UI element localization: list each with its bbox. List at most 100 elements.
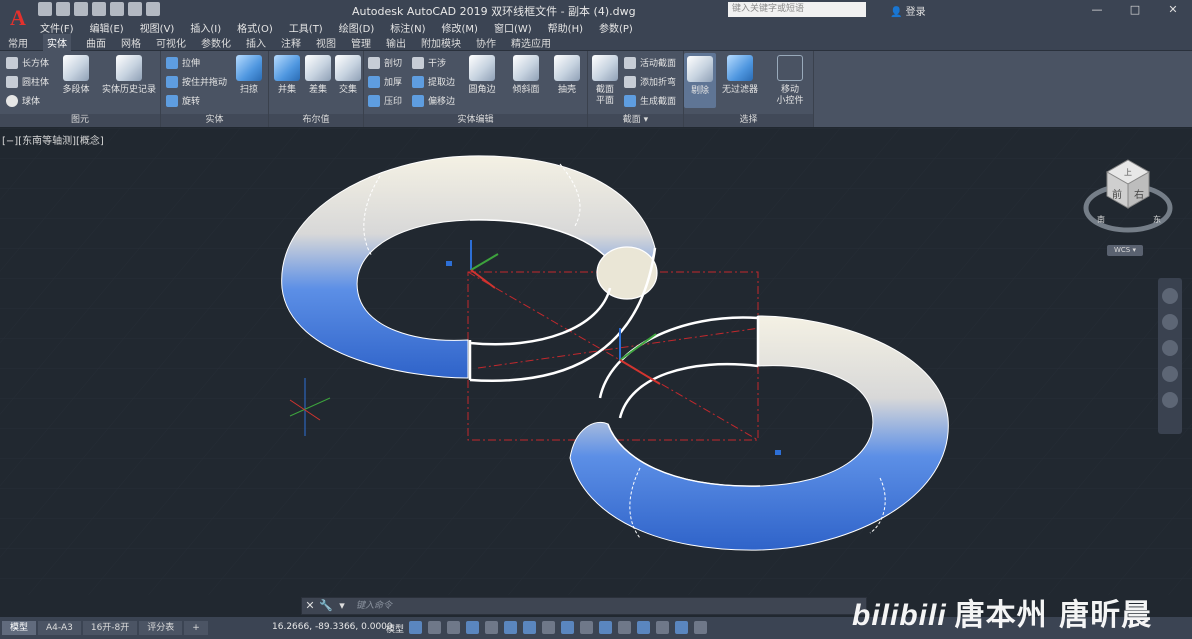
viewport-controls-label[interactable]: [−][东南等轴测][概念]	[2, 132, 104, 147]
presspull-button[interactable]: 按住并拖动	[166, 75, 227, 88]
revolve-button[interactable]: 旋转	[166, 94, 200, 107]
layout-tab-16k-8k[interactable]: 16开-8开	[82, 621, 138, 635]
isodraft-icon[interactable]	[485, 621, 498, 634]
tab-featured-apps[interactable]: 精选应用	[511, 35, 551, 50]
tab-manage[interactable]: 管理	[351, 35, 371, 50]
union-button[interactable]: 并集	[271, 55, 303, 96]
orbit-icon[interactable]	[1162, 366, 1178, 382]
polysolid-button[interactable]: 多段体	[56, 55, 96, 96]
culling-button[interactable]: 剔除	[684, 53, 716, 108]
menu-view[interactable]: 视图(V)	[140, 20, 175, 35]
box-button[interactable]: 长方体	[6, 56, 49, 69]
tab-output[interactable]: 输出	[386, 35, 406, 50]
save-icon[interactable]	[74, 2, 88, 16]
subtract-button[interactable]: 差集	[302, 55, 334, 96]
close-button[interactable]: ✕	[1154, 0, 1192, 19]
coordinates-readout[interactable]: 16.2666, -89.3366, 0.0000	[272, 622, 393, 632]
object-snap-tracking-icon[interactable]	[504, 621, 517, 634]
snap-icon[interactable]	[428, 621, 441, 634]
menu-edit[interactable]: 编辑(E)	[90, 20, 124, 35]
layout-tab-a4-a3[interactable]: A4-A3	[38, 621, 81, 635]
sphere-button[interactable]: 球体	[6, 94, 40, 107]
3d-osnap-icon[interactable]	[599, 621, 612, 634]
add-jog-button[interactable]: 添加折弯	[624, 75, 676, 88]
extrude-button[interactable]: 拉伸	[166, 56, 200, 69]
tab-visualize[interactable]: 可视化	[156, 35, 186, 50]
drawing-viewport[interactable]: [−][东南等轴测][概念] 上 前 右 南 东 WCS ▾	[0, 128, 1192, 595]
tab-annotate[interactable]: 注释	[281, 35, 301, 50]
menu-parameters[interactable]: 参数(P)	[599, 20, 633, 35]
solid-history-button[interactable]: 实体历史记录	[98, 55, 160, 96]
menu-tools[interactable]: 工具(T)	[289, 20, 323, 35]
selection-filter-icon[interactable]	[637, 621, 650, 634]
selection-cycling-icon[interactable]	[580, 621, 593, 634]
auto-scale-icon[interactable]	[694, 621, 707, 634]
new-file-icon[interactable]	[38, 2, 52, 16]
layout-tab-model[interactable]: 模型	[2, 621, 37, 635]
open-file-icon[interactable]	[56, 2, 70, 16]
transparency-icon[interactable]	[561, 621, 574, 634]
tab-mesh[interactable]: 网格	[121, 35, 141, 50]
tab-view[interactable]: 视图	[316, 35, 336, 50]
layout-tab-score-sheet[interactable]: 评分表	[139, 621, 183, 635]
annotation-visibility-icon[interactable]	[675, 621, 688, 634]
drawing-canvas[interactable]	[0, 128, 1192, 595]
taper-faces-button[interactable]: 倾斜面	[506, 55, 546, 96]
grid-icon[interactable]	[409, 621, 422, 634]
panel-title-section[interactable]: 截面 ▾	[588, 114, 683, 127]
tab-collaborate[interactable]: 协作	[476, 35, 496, 50]
add-layout-button[interactable]: +	[184, 621, 208, 635]
viewcube[interactable]: 上 前 右 南 东	[1083, 156, 1173, 246]
search-input[interactable]: 键入关键字或短语	[728, 2, 866, 17]
polar-icon[interactable]	[466, 621, 479, 634]
minimize-button[interactable]: —	[1078, 0, 1116, 19]
object-snap-icon[interactable]	[523, 621, 536, 634]
no-filter-button[interactable]: 无过滤器	[720, 55, 760, 96]
zoom-icon[interactable]	[1162, 340, 1178, 356]
model-space-toggle[interactable]: 模型	[386, 622, 404, 635]
tab-insert[interactable]: 插入	[246, 35, 266, 50]
menu-insert[interactable]: 插入(I)	[190, 20, 221, 35]
tab-home[interactable]: 常用	[8, 35, 28, 50]
sweep-button[interactable]: 扫掠	[229, 55, 269, 96]
shell-button[interactable]: 抽壳	[547, 55, 587, 96]
close-command-line-icon[interactable]: ✕	[302, 598, 318, 614]
lineweight-icon[interactable]	[542, 621, 555, 634]
autocad-logo-icon[interactable]: A	[0, 0, 36, 35]
plot-icon[interactable]	[110, 2, 124, 16]
intersect-button[interactable]: 交集	[332, 55, 364, 96]
menu-window[interactable]: 窗口(W)	[494, 20, 532, 35]
maximize-button[interactable]: □	[1116, 0, 1154, 19]
menu-file[interactable]: 文件(F)	[40, 20, 74, 35]
tab-solid[interactable]: 实体	[43, 34, 71, 51]
login-link[interactable]: 👤 登录	[890, 3, 926, 18]
wcs-menu[interactable]: WCS ▾	[1107, 245, 1143, 256]
thicken-button[interactable]: 加厚	[368, 75, 402, 88]
grip-point[interactable]	[446, 261, 452, 266]
gizmo-icon[interactable]	[656, 621, 669, 634]
tab-addins[interactable]: 附加模块	[421, 35, 461, 50]
fillet-edge-button[interactable]: 圆角边	[462, 55, 502, 96]
menu-format[interactable]: 格式(O)	[237, 20, 273, 35]
dynamic-ucs-icon[interactable]	[618, 621, 631, 634]
undo-icon[interactable]	[128, 2, 142, 16]
tab-parametric[interactable]: 参数化	[201, 35, 231, 50]
live-section-button[interactable]: 活动截面	[624, 56, 676, 69]
redo-icon[interactable]	[146, 2, 160, 16]
menu-modify[interactable]: 修改(M)	[442, 20, 478, 35]
generate-section-button[interactable]: 生成截面	[624, 94, 676, 107]
save-as-icon[interactable]	[92, 2, 106, 16]
showmotion-icon[interactable]	[1162, 392, 1178, 408]
imprint-button[interactable]: 压印	[368, 94, 402, 107]
customize-icon[interactable]: 🔧	[318, 598, 334, 614]
grip-point[interactable]	[775, 450, 781, 455]
section-plane-button[interactable]: 截面 平面	[588, 55, 622, 107]
tab-surface[interactable]: 曲面	[86, 35, 106, 50]
pan-icon[interactable]	[1162, 314, 1178, 330]
move-gizmo-button[interactable]: 移动 小控件	[770, 55, 810, 107]
menu-draw[interactable]: 绘图(D)	[339, 20, 375, 35]
cylinder-button[interactable]: 圆柱体	[6, 75, 49, 88]
recent-commands-icon[interactable]: ▾	[334, 598, 350, 614]
extract-edges-button[interactable]: 提取边	[412, 75, 455, 88]
menu-help[interactable]: 帮助(H)	[548, 20, 583, 35]
